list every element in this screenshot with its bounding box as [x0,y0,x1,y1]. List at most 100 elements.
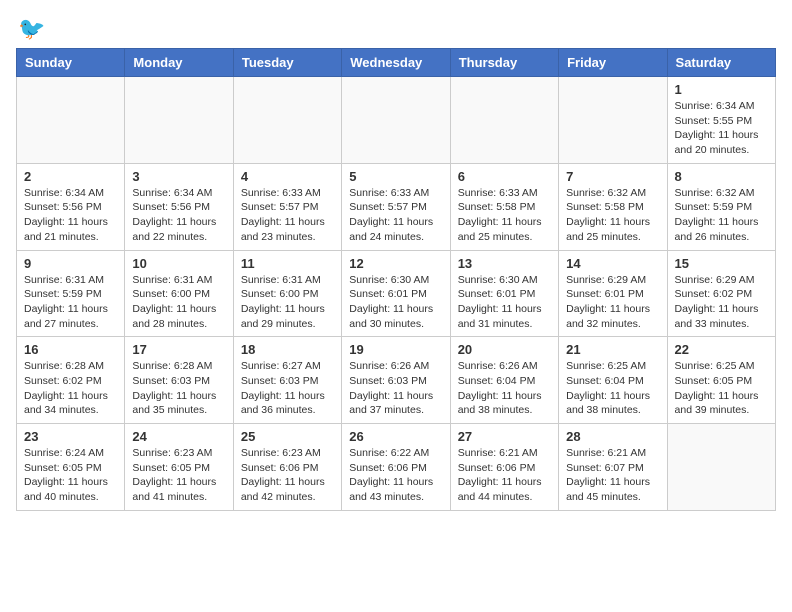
day-info: Sunrise: 6:23 AMSunset: 6:05 PMDaylight:… [132,446,225,505]
day-info: Sunrise: 6:34 AMSunset: 5:55 PMDaylight:… [675,99,768,158]
day-info: Sunrise: 6:33 AMSunset: 5:58 PMDaylight:… [458,186,551,245]
calendar-cell: 19Sunrise: 6:26 AMSunset: 6:03 PMDayligh… [342,337,450,424]
calendar-cell: 12 Sunrise: 6:30 AMSunset: 6:01 PMDayligh… [342,250,450,337]
calendar-cell: 11 Sunrise: 6:31 AMSunset: 6:00 PMDayligh… [233,250,341,337]
logo: 🐦 [16,16,45,38]
day-number: 15 [675,256,768,271]
calendar-cell: 6 Sunrise: 6:33 AMSunset: 5:58 PMDaylight… [450,163,558,250]
day-info: Sunrise: 6:24 AMSunset: 6:05 PMDaylight:… [24,446,117,505]
day-info: Sunrise: 6:34 AMSunset: 5:56 PMDaylight:… [24,186,117,245]
day-number: 2 [24,169,117,184]
day-info: Sunrise: 6:30 AMSunset: 6:01 PMDaylight:… [349,273,442,332]
day-info: Sunrise: 6:34 AMSunset: 5:56 PMDaylight:… [132,186,225,245]
weekday-header-tuesday: Tuesday [233,49,341,77]
calendar-cell: 9Sunrise: 6:31 AMSunset: 5:59 PMDaylight… [17,250,125,337]
weekday-header-saturday: Saturday [667,49,775,77]
calendar-cell [667,424,775,511]
day-info: Sunrise: 6:30 AMSunset: 6:01 PMDaylight:… [458,273,551,332]
day-number: 7 [566,169,659,184]
day-number: 23 [24,429,117,444]
day-info: Sunrise: 6:22 AMSunset: 6:06 PMDaylight:… [349,446,442,505]
calendar-cell: 7 Sunrise: 6:32 AMSunset: 5:58 PMDaylight… [559,163,667,250]
day-info: Sunrise: 6:31 AMSunset: 5:59 PMDaylight:… [24,273,117,332]
calendar-cell: 16 Sunrise: 6:28 AMSunset: 6:02 PMDayligh… [17,337,125,424]
calendar-cell: 27 Sunrise: 6:21 AMSunset: 6:06 PMDayligh… [450,424,558,511]
day-info: Sunrise: 6:28 AMSunset: 6:03 PMDaylight:… [132,359,225,418]
calendar-week-5: 23 Sunrise: 6:24 AMSunset: 6:05 PMDayligh… [17,424,776,511]
calendar-cell [342,77,450,164]
day-number: 11 [241,256,334,271]
calendar-cell: 14 Sunrise: 6:29 AMSunset: 6:01 PMDayligh… [559,250,667,337]
calendar-cell: 18 Sunrise: 6:27 AMSunset: 6:03 PMDayligh… [233,337,341,424]
day-info: Sunrise: 6:26 AMSunset: 6:04 PMDaylight:… [458,359,551,418]
day-info: Sunrise: 6:32 AMSunset: 5:58 PMDaylight:… [566,186,659,245]
page-header: 🐦 [16,16,776,38]
weekday-header-sunday: Sunday [17,49,125,77]
calendar-cell [233,77,341,164]
calendar-cell: 24Sunrise: 6:23 AMSunset: 6:05 PMDayligh… [125,424,233,511]
day-number: 1 [675,82,768,97]
calendar-week-4: 16 Sunrise: 6:28 AMSunset: 6:02 PMDayligh… [17,337,776,424]
day-number: 14 [566,256,659,271]
calendar-cell: 22 Sunrise: 6:25 AMSunset: 6:05 PMDayligh… [667,337,775,424]
logo-bird-icon: 🐦 [18,16,45,42]
calendar-cell: 5 Sunrise: 6:33 AMSunset: 5:57 PMDaylight… [342,163,450,250]
calendar-cell [450,77,558,164]
day-number: 5 [349,169,442,184]
calendar-cell: 1 Sunrise: 6:34 AMSunset: 5:55 PMDaylight… [667,77,775,164]
weekday-header-thursday: Thursday [450,49,558,77]
day-info: Sunrise: 6:28 AMSunset: 6:02 PMDaylight:… [24,359,117,418]
calendar-cell: 23 Sunrise: 6:24 AMSunset: 6:05 PMDayligh… [17,424,125,511]
day-number: 6 [458,169,551,184]
day-info: Sunrise: 6:31 AMSunset: 6:00 PMDaylight:… [241,273,334,332]
day-number: 10 [132,256,225,271]
day-number: 21 [566,342,659,357]
weekday-header-wednesday: Wednesday [342,49,450,77]
calendar-cell: 4 Sunrise: 6:33 AMSunset: 5:57 PMDaylight… [233,163,341,250]
day-number: 22 [675,342,768,357]
day-number: 8 [675,169,768,184]
calendar-header-row: SundayMondayTuesdayWednesdayThursdayFrid… [17,49,776,77]
day-info: Sunrise: 6:33 AMSunset: 5:57 PMDaylight:… [241,186,334,245]
calendar-week-3: 9Sunrise: 6:31 AMSunset: 5:59 PMDaylight… [17,250,776,337]
day-number: 13 [458,256,551,271]
calendar-week-1: 1 Sunrise: 6:34 AMSunset: 5:55 PMDaylight… [17,77,776,164]
day-number: 4 [241,169,334,184]
calendar-cell [125,77,233,164]
calendar-cell: 17Sunrise: 6:28 AMSunset: 6:03 PMDayligh… [125,337,233,424]
day-info: Sunrise: 6:25 AMSunset: 6:05 PMDaylight:… [675,359,768,418]
day-info: Sunrise: 6:21 AMSunset: 6:07 PMDaylight:… [566,446,659,505]
calendar-cell: 13 Sunrise: 6:30 AMSunset: 6:01 PMDayligh… [450,250,558,337]
weekday-header-monday: Monday [125,49,233,77]
day-number: 16 [24,342,117,357]
day-number: 27 [458,429,551,444]
calendar-cell: 2 Sunrise: 6:34 AMSunset: 5:56 PMDaylight… [17,163,125,250]
day-info: Sunrise: 6:21 AMSunset: 6:06 PMDaylight:… [458,446,551,505]
calendar-cell: 28 Sunrise: 6:21 AMSunset: 6:07 PMDayligh… [559,424,667,511]
calendar-cell: 25 Sunrise: 6:23 AMSunset: 6:06 PMDayligh… [233,424,341,511]
day-number: 28 [566,429,659,444]
day-number: 18 [241,342,334,357]
calendar-week-2: 2 Sunrise: 6:34 AMSunset: 5:56 PMDaylight… [17,163,776,250]
calendar-cell [17,77,125,164]
day-info: Sunrise: 6:23 AMSunset: 6:06 PMDaylight:… [241,446,334,505]
day-info: Sunrise: 6:27 AMSunset: 6:03 PMDaylight:… [241,359,334,418]
calendar-cell: 26 Sunrise: 6:22 AMSunset: 6:06 PMDayligh… [342,424,450,511]
day-info: Sunrise: 6:32 AMSunset: 5:59 PMDaylight:… [675,186,768,245]
calendar-table: SundayMondayTuesdayWednesdayThursdayFrid… [16,48,776,511]
calendar-cell: 15 Sunrise: 6:29 AMSunset: 6:02 PMDayligh… [667,250,775,337]
calendar-cell: 8 Sunrise: 6:32 AMSunset: 5:59 PMDaylight… [667,163,775,250]
calendar-cell: 10Sunrise: 6:31 AMSunset: 6:00 PMDayligh… [125,250,233,337]
day-number: 20 [458,342,551,357]
calendar-cell: 20 Sunrise: 6:26 AMSunset: 6:04 PMDayligh… [450,337,558,424]
day-info: Sunrise: 6:25 AMSunset: 6:04 PMDaylight:… [566,359,659,418]
day-info: Sunrise: 6:29 AMSunset: 6:01 PMDaylight:… [566,273,659,332]
day-number: 25 [241,429,334,444]
day-info: Sunrise: 6:26 AMSunset: 6:03 PMDaylight:… [349,359,442,418]
day-number: 12 [349,256,442,271]
day-number: 3 [132,169,225,184]
day-info: Sunrise: 6:33 AMSunset: 5:57 PMDaylight:… [349,186,442,245]
weekday-header-friday: Friday [559,49,667,77]
day-info: Sunrise: 6:29 AMSunset: 6:02 PMDaylight:… [675,273,768,332]
day-number: 26 [349,429,442,444]
